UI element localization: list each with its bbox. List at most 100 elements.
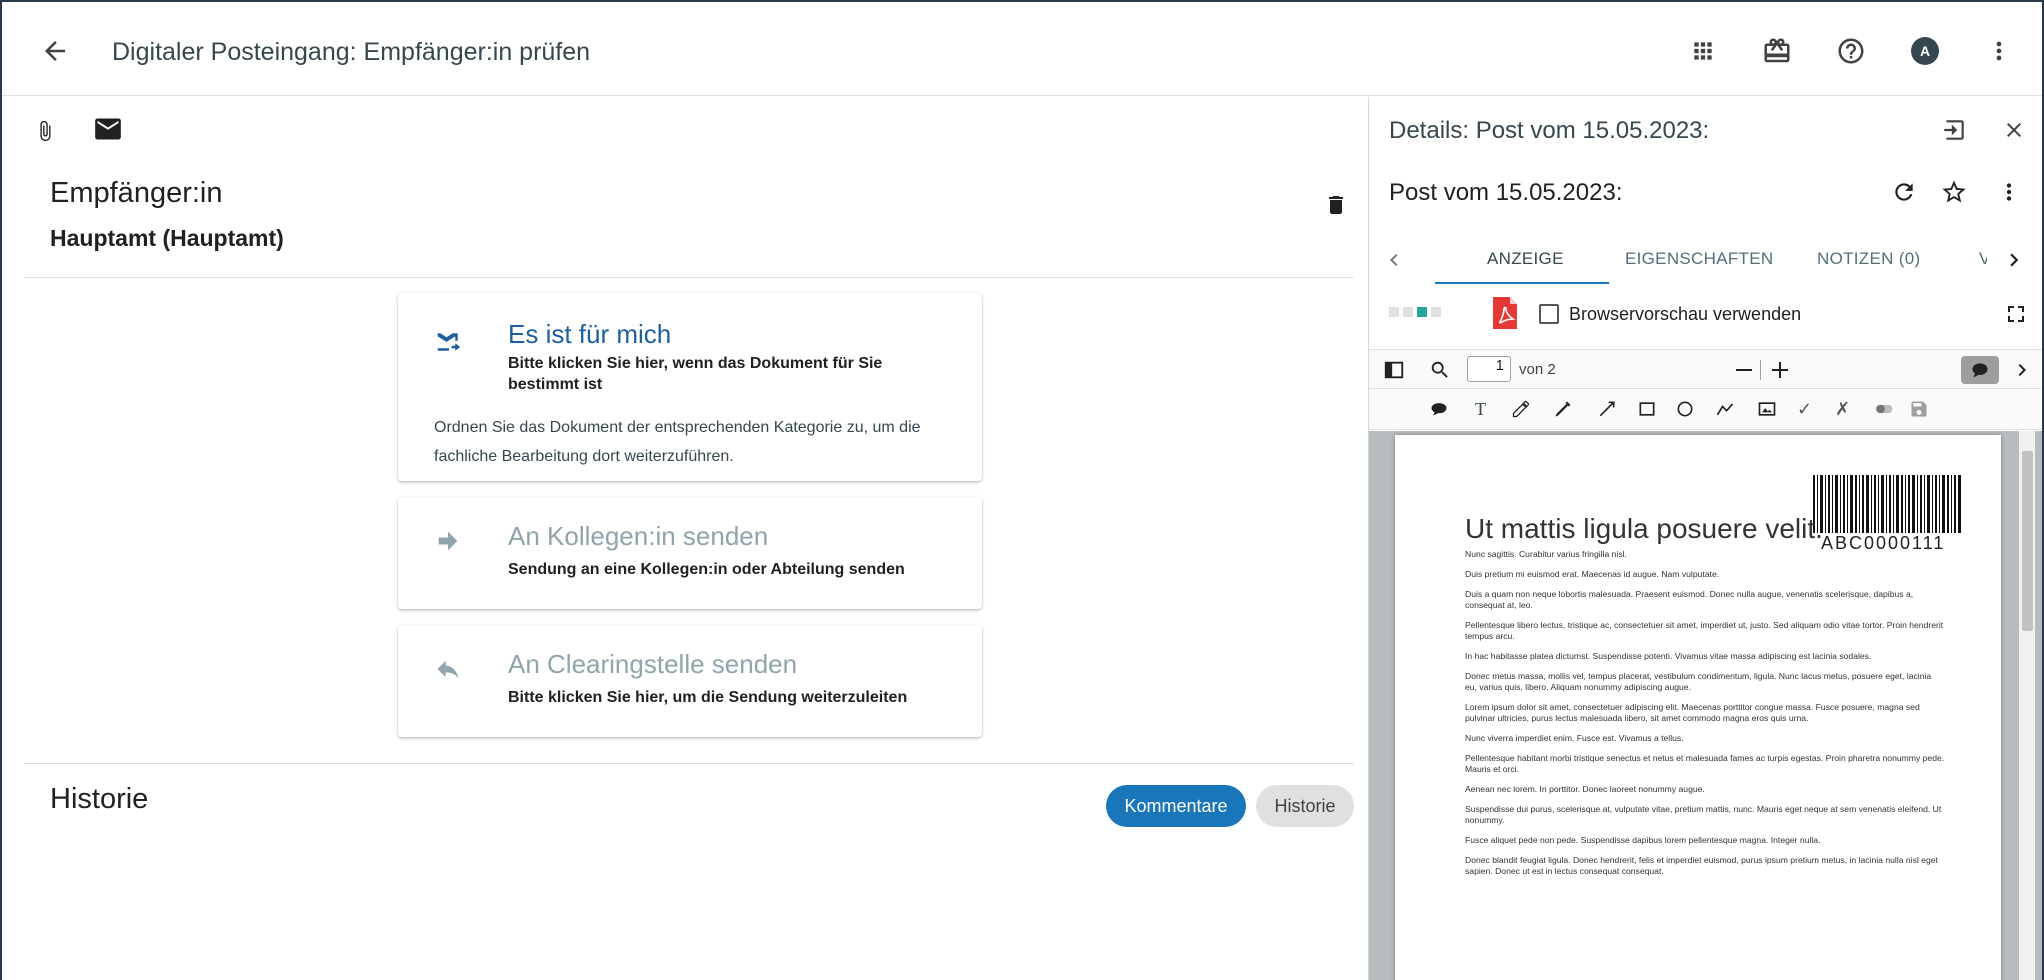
document-paragraph: Nunc viverra imperdiet enim. Fusce est. … — [1465, 733, 1684, 743]
status-dot — [1389, 307, 1399, 317]
plus-icon[interactable] — [1765, 355, 1795, 385]
card-description: Ordnen Sie das Dokument der entsprechend… — [434, 419, 921, 465]
document-heading: Ut mattis ligula posuere velit. — [1465, 513, 1823, 544]
document-paragraph: Duis pretium mi euismod erat. Maecenas i… — [1465, 569, 1720, 579]
redact-toggle-icon[interactable] — [1873, 399, 1895, 424]
mail-forward-icon — [434, 327, 464, 357]
comments-chip[interactable]: Kommentare — [1106, 785, 1246, 827]
document-paragraph: Lorem ipsum dolor sit amet, consectetuer… — [1465, 702, 1920, 723]
document-paragraph: Donec metus massa, mollis vel, tempus pl… — [1465, 671, 1932, 692]
document-viewer[interactable]: ABC0000111 Ut mattis ligula posuere veli… — [1369, 431, 2042, 980]
close-icon[interactable] — [1999, 115, 2029, 145]
browser-preview-checkbox[interactable] — [1539, 304, 1559, 324]
document-paragraph: Fusce aliquet pede non pede. Suspendisse… — [1465, 835, 1821, 845]
arrow-back-icon[interactable] — [40, 36, 70, 66]
card-title: An Clearingstelle senden — [508, 649, 798, 679]
card-subtitle: Sendung an eine Kollegen:in oder Abteilu… — [508, 561, 905, 578]
tab-eigenschaften[interactable]: EIGENSCHAFTEN — [1625, 249, 1773, 269]
more-vert-icon[interactable] — [1994, 177, 2024, 207]
document-paragraph: Nunc sagittis. Curabitur varius fringill… — [1465, 549, 1627, 559]
document-paragraph: Pellentesque habitant morbi tristique se… — [1465, 753, 1945, 774]
exit-panel-icon[interactable] — [1939, 115, 1969, 145]
document-paragraph: Donec blandit feugiat ligula. Donec hend… — [1465, 855, 1938, 876]
account-avatar[interactable]: A — [1910, 36, 1940, 66]
chevron-right-icon[interactable] — [2007, 355, 2037, 385]
pdf-toolbar: 1 von 2 — [1369, 349, 2042, 389]
card-title: An Kollegen:in senden — [508, 521, 769, 551]
history-chip[interactable]: Historie — [1256, 785, 1354, 827]
chevron-left-icon[interactable] — [1379, 245, 1409, 275]
fullscreen-icon[interactable] — [2001, 299, 2031, 329]
marker-icon[interactable] — [1553, 399, 1573, 424]
card-title: Es ist für mich — [508, 319, 672, 349]
polyline-tool-icon[interactable] — [1715, 399, 1735, 424]
annotation-toolbar: T ✓ ✗ — [1369, 390, 2042, 430]
page-title: Digitaler Posteingang: Empfänger:in prüf… — [112, 38, 591, 66]
page-number-input[interactable]: 1 — [1467, 356, 1511, 382]
document-paragraph: Aenean nec lorem. In porttitor. Donec la… — [1465, 784, 1705, 794]
top-bar: Digitaler Posteingang: Empfänger:in prüf… — [2, 2, 2042, 96]
document-paragraph: In hac habitasse platea dictumst. Suspen… — [1465, 651, 1872, 661]
minus-icon[interactable] — [1729, 355, 1759, 385]
reply-icon — [434, 655, 464, 685]
tab-notizen[interactable]: NOTIZEN (0) — [1817, 249, 1920, 269]
comment-icon[interactable] — [1429, 399, 1449, 424]
browser-preview-label: Browservorschau verwenden — [1569, 304, 1802, 324]
card-subtitle: Bitte klicken Sie hier, um die Sendung w… — [508, 689, 908, 706]
more-vert-icon[interactable] — [1984, 36, 2014, 66]
document-paragraph: Pellentesque libero lectus, tristique ac… — [1465, 620, 1944, 641]
line-tool-icon[interactable] — [1597, 399, 1617, 424]
text-tool-icon[interactable]: T — [1475, 399, 1486, 420]
tab-bar: ANZEIGE EIGENSCHAFTEN NOTIZEN (0) V — [1369, 235, 2042, 285]
card-send-colleague[interactable]: An Kollegen:in senden Sendung an eine Ko… — [398, 497, 982, 609]
divider — [24, 277, 1354, 278]
comment-toggle[interactable] — [1961, 356, 1999, 384]
document-paragraph: Duis a quam non neque lobortis malesuada… — [1465, 589, 1914, 610]
check-stamp-icon[interactable]: ✓ — [1797, 399, 1812, 420]
tab-partial[interactable]: V — [1979, 249, 1987, 269]
star-icon[interactable] — [1939, 177, 1969, 207]
card-send-clearing[interactable]: An Clearingstelle senden Bitte klicken S… — [398, 625, 982, 737]
help-icon[interactable] — [1836, 36, 1866, 66]
details-panel: Details: Post vom 15.05.2023: Post vom 1… — [1369, 97, 2042, 980]
pdf-icon — [1493, 297, 1517, 329]
post-title: Post vom 15.05.2023: — [1389, 179, 1623, 206]
main-pane: Empfänger:in Hauptamt (Hauptamt) Es ist … — [2, 97, 1368, 980]
chevron-right-icon[interactable] — [1999, 245, 2029, 275]
image-stamp-icon[interactable] — [1757, 399, 1777, 424]
tab-anzeige[interactable]: ANZEIGE — [1487, 249, 1564, 269]
document-paragraph: Suspendisse dui purus, scelerisque at, v… — [1465, 804, 1942, 825]
recipient-heading: Empfänger:in — [50, 177, 223, 209]
recipient-value: Hauptamt (Hauptamt) — [50, 225, 284, 251]
status-dot — [1431, 307, 1441, 317]
mail-icon[interactable] — [94, 117, 122, 146]
document-page: ABC0000111 Ut mattis ligula posuere veli… — [1395, 435, 2001, 980]
document-body: Nunc sagittis. Curabitur varius fringill… — [1465, 549, 1945, 886]
gift-icon[interactable] — [1762, 36, 1792, 66]
card-for-me[interactable]: Es ist für mich Bitte klicken Sie hier, … — [398, 293, 982, 481]
card-subtitle: Bitte klicken Sie hier, wenn das Dokumen… — [508, 355, 883, 393]
trash-icon[interactable] — [1324, 191, 1348, 224]
paperclip-icon[interactable] — [34, 115, 56, 152]
rectangle-tool-icon[interactable] — [1637, 399, 1657, 424]
apps-grid-icon[interactable] — [1688, 36, 1718, 66]
avatar: A — [1911, 37, 1939, 65]
tab-indicator — [1435, 282, 1609, 284]
save-icon[interactable] — [1909, 399, 1929, 424]
refresh-icon[interactable] — [1889, 177, 1919, 207]
divider — [24, 763, 1354, 764]
page-count-label: von 2 — [1519, 361, 1556, 378]
pencil-icon[interactable] — [1511, 399, 1531, 424]
viewer-options: Browservorschau verwenden — [1369, 295, 2042, 335]
arrow-right-icon — [434, 527, 464, 557]
barcode — [1813, 475, 1961, 533]
sidebar-toggle-icon[interactable] — [1379, 355, 1409, 385]
toolbar-separator — [1760, 360, 1761, 380]
scrollbar-thumb[interactable] — [2022, 451, 2033, 631]
ellipse-tool-icon[interactable] — [1675, 399, 1695, 424]
details-title: Details: Post vom 15.05.2023: — [1389, 117, 1710, 144]
search-icon[interactable] — [1425, 355, 1455, 385]
status-dot — [1417, 307, 1427, 317]
history-heading: Historie — [50, 783, 149, 815]
cross-stamp-icon[interactable]: ✗ — [1835, 399, 1850, 420]
